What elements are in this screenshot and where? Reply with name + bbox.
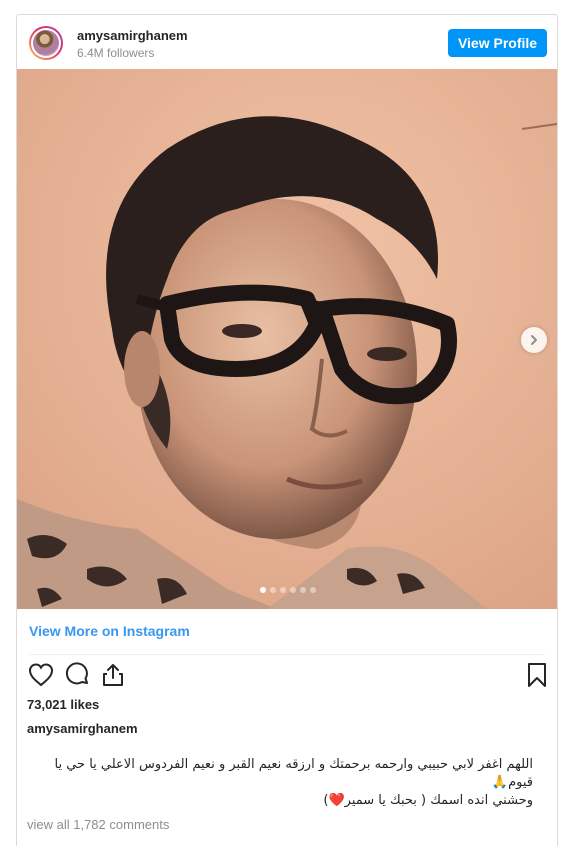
carousel-dot <box>300 587 306 593</box>
save-button[interactable] <box>523 661 551 689</box>
view-more-on-instagram-link[interactable]: View More on Instagram <box>29 623 190 639</box>
caption-line: اللهم اغفر لابي حبيبي وارحمه برحمتك و ار… <box>54 757 533 790</box>
carousel-dot <box>310 587 316 593</box>
heart-outline-icon <box>28 663 54 687</box>
carousel-indicator <box>260 587 316 593</box>
carousel-dot <box>260 587 266 593</box>
caption-line: وحشني انده اسمك ( بحبك يا سمير❤️) <box>323 793 533 808</box>
avatar-image <box>31 28 61 58</box>
post-header: amysamirghanem 6.4M followers View Profi… <box>17 15 557 69</box>
avatar[interactable] <box>29 26 63 60</box>
divider <box>29 654 545 655</box>
portrait-photo <box>17 69 557 609</box>
carousel-dot <box>280 587 286 593</box>
comment-button[interactable] <box>63 661 91 689</box>
follower-count: 6.4M followers <box>77 46 155 60</box>
bookmark-icon <box>528 663 546 687</box>
username[interactable]: amysamirghanem <box>77 28 188 43</box>
share-button[interactable] <box>99 661 127 689</box>
carousel-dot <box>270 587 276 593</box>
next-slide-button[interactable] <box>521 327 547 353</box>
view-all-comments-link[interactable]: view all 1,782 comments <box>27 817 169 832</box>
post-photo[interactable] <box>17 69 557 609</box>
share-upload-icon <box>103 664 123 686</box>
action-bar <box>27 661 547 691</box>
comment-bubble-icon <box>65 662 88 685</box>
view-profile-button[interactable]: View Profile <box>448 29 547 57</box>
chevron-right-icon <box>531 335 537 345</box>
post-caption: اللهم اغفر لابي حبيبي وارحمه برحمتك و ار… <box>27 756 533 810</box>
instagram-embed-card: amysamirghanem 6.4M followers View Profi… <box>16 14 558 846</box>
carousel-dot <box>290 587 296 593</box>
caption-username[interactable]: amysamirghanem <box>27 721 138 736</box>
like-button[interactable] <box>27 661 55 689</box>
like-count[interactable]: 73,021 likes <box>27 697 99 712</box>
